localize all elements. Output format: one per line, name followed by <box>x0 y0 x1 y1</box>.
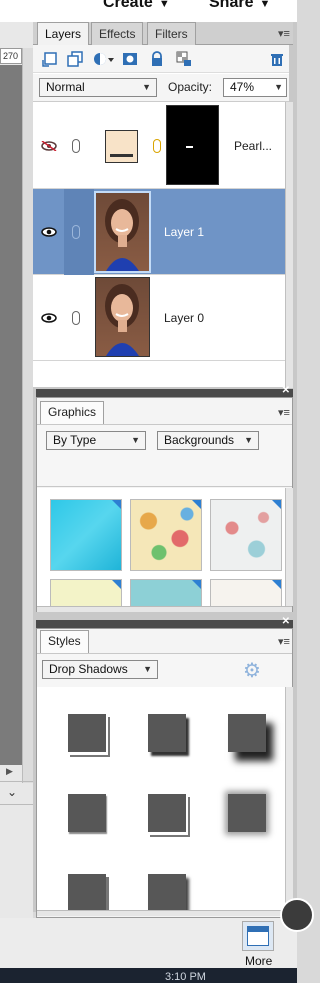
tab-effects[interactable]: Effects <box>91 22 144 45</box>
adjustment-layer-icon[interactable] <box>93 51 115 67</box>
tab-graphics[interactable]: Graphics <box>40 401 105 424</box>
layer-row[interactable]: Pearl... <box>33 103 285 189</box>
graphics-scrollbar[interactable] <box>285 488 293 606</box>
divider <box>0 804 33 805</box>
opacity-label: Opacity: <box>168 80 213 94</box>
hidden-eye-icon[interactable] <box>41 141 57 151</box>
background-thumbnail[interactable] <box>210 499 282 571</box>
styles-category-select[interactable]: Drop Shadows ▼ <box>42 660 158 679</box>
gear-icon[interactable]: ⚙ <box>243 658 261 683</box>
layer-row[interactable]: Layer 0 <box>33 275 285 361</box>
canvas-area[interactable] <box>0 65 22 765</box>
lock-icon[interactable] <box>149 51 165 67</box>
panel-menu-icon[interactable]: ▾≡ <box>278 635 290 648</box>
graphics-panel-header[interactable]: ✕ <box>36 385 293 397</box>
graphics-type-select[interactable]: By Type ▼ <box>46 431 146 450</box>
eye-icon[interactable] <box>41 227 57 237</box>
opacity-field[interactable]: 47% ▼ <box>223 78 287 97</box>
close-icon[interactable]: ✕ <box>282 385 290 396</box>
duplicate-layer-icon[interactable] <box>67 51 83 67</box>
panel-menu-icon[interactable]: ▾≡ <box>278 406 290 419</box>
layer-name[interactable]: Pearl... <box>234 139 272 153</box>
style-thumbnail[interactable] <box>68 874 106 910</box>
background-thumbnail[interactable] <box>130 499 202 571</box>
graphics-category-select[interactable]: Backgrounds ▼ <box>157 431 259 450</box>
tab-filters[interactable]: Filters <box>147 22 196 45</box>
more-panels-icon[interactable] <box>242 921 274 951</box>
link-icon[interactable] <box>72 139 80 153</box>
tab-styles[interactable]: Styles <box>40 630 89 653</box>
style-thumbnail[interactable] <box>228 714 266 752</box>
styles-scrollbar[interactable] <box>285 687 293 910</box>
layer-row-selected[interactable]: Layer 1 <box>33 189 285 275</box>
close-icon[interactable]: ✕ <box>282 616 290 627</box>
link-icon[interactable] <box>72 311 80 325</box>
style-thumbnail[interactable] <box>228 794 266 832</box>
style-thumbnail[interactable] <box>68 794 106 832</box>
tab-layers[interactable]: Layers <box>37 22 90 46</box>
canvas-scrollbar[interactable] <box>22 48 33 783</box>
link-icon[interactable] <box>72 225 80 239</box>
taskbar <box>0 968 297 983</box>
background-thumbnail[interactable] <box>50 579 122 606</box>
background-thumbnail[interactable] <box>210 579 282 606</box>
layer-thumbnail <box>105 130 138 163</box>
panel-menu-icon[interactable]: ▾≡ <box>278 27 290 40</box>
share-button[interactable]: Share ▼ <box>209 0 270 12</box>
panel-resize-handle[interactable] <box>37 606 292 612</box>
layer-name[interactable]: Layer 0 <box>164 311 204 325</box>
style-thumbnail[interactable] <box>68 714 106 752</box>
scroll-right-icon[interactable]: ▶ <box>6 766 13 777</box>
layer-mask-thumbnail <box>166 105 219 185</box>
lock-transparent-icon[interactable] <box>176 51 192 67</box>
new-layer-icon[interactable] <box>42 51 58 67</box>
layer-name[interactable]: Layer 1 <box>164 225 204 239</box>
trash-icon[interactable] <box>269 51 285 67</box>
background-thumbnail[interactable] <box>50 499 122 571</box>
create-button[interactable]: Create ▼ <box>103 0 170 12</box>
layer-thumbnail <box>95 277 150 357</box>
zoom-field[interactable]: 270 <box>0 48 22 64</box>
layer-thumbnail <box>94 191 151 273</box>
style-thumbnail[interactable] <box>148 714 186 752</box>
background-thumbnail[interactable] <box>130 579 202 606</box>
divider <box>0 781 33 782</box>
styles-panel-header[interactable]: ✕ <box>36 616 293 628</box>
blend-mode-select[interactable]: Normal ▼ <box>39 78 157 97</box>
canvas-edge-bottom <box>0 812 22 912</box>
taskbar-clock: 3:10 PM <box>165 971 206 983</box>
styles-grid <box>37 687 285 910</box>
more-button[interactable]: More <box>245 954 272 968</box>
mask-link-icon[interactable] <box>153 139 161 153</box>
floating-action-button[interactable] <box>280 898 314 932</box>
style-thumbnail[interactable] <box>148 794 186 832</box>
style-thumbnail[interactable] <box>148 874 186 910</box>
layers-scrollbar[interactable] <box>285 102 293 388</box>
panel-resize-handle[interactable] <box>37 910 292 916</box>
mask-icon[interactable] <box>122 51 138 67</box>
graphics-grid <box>37 488 285 606</box>
chevron-down-icon[interactable]: ⌄ <box>7 785 17 799</box>
eye-icon[interactable] <box>41 313 57 323</box>
